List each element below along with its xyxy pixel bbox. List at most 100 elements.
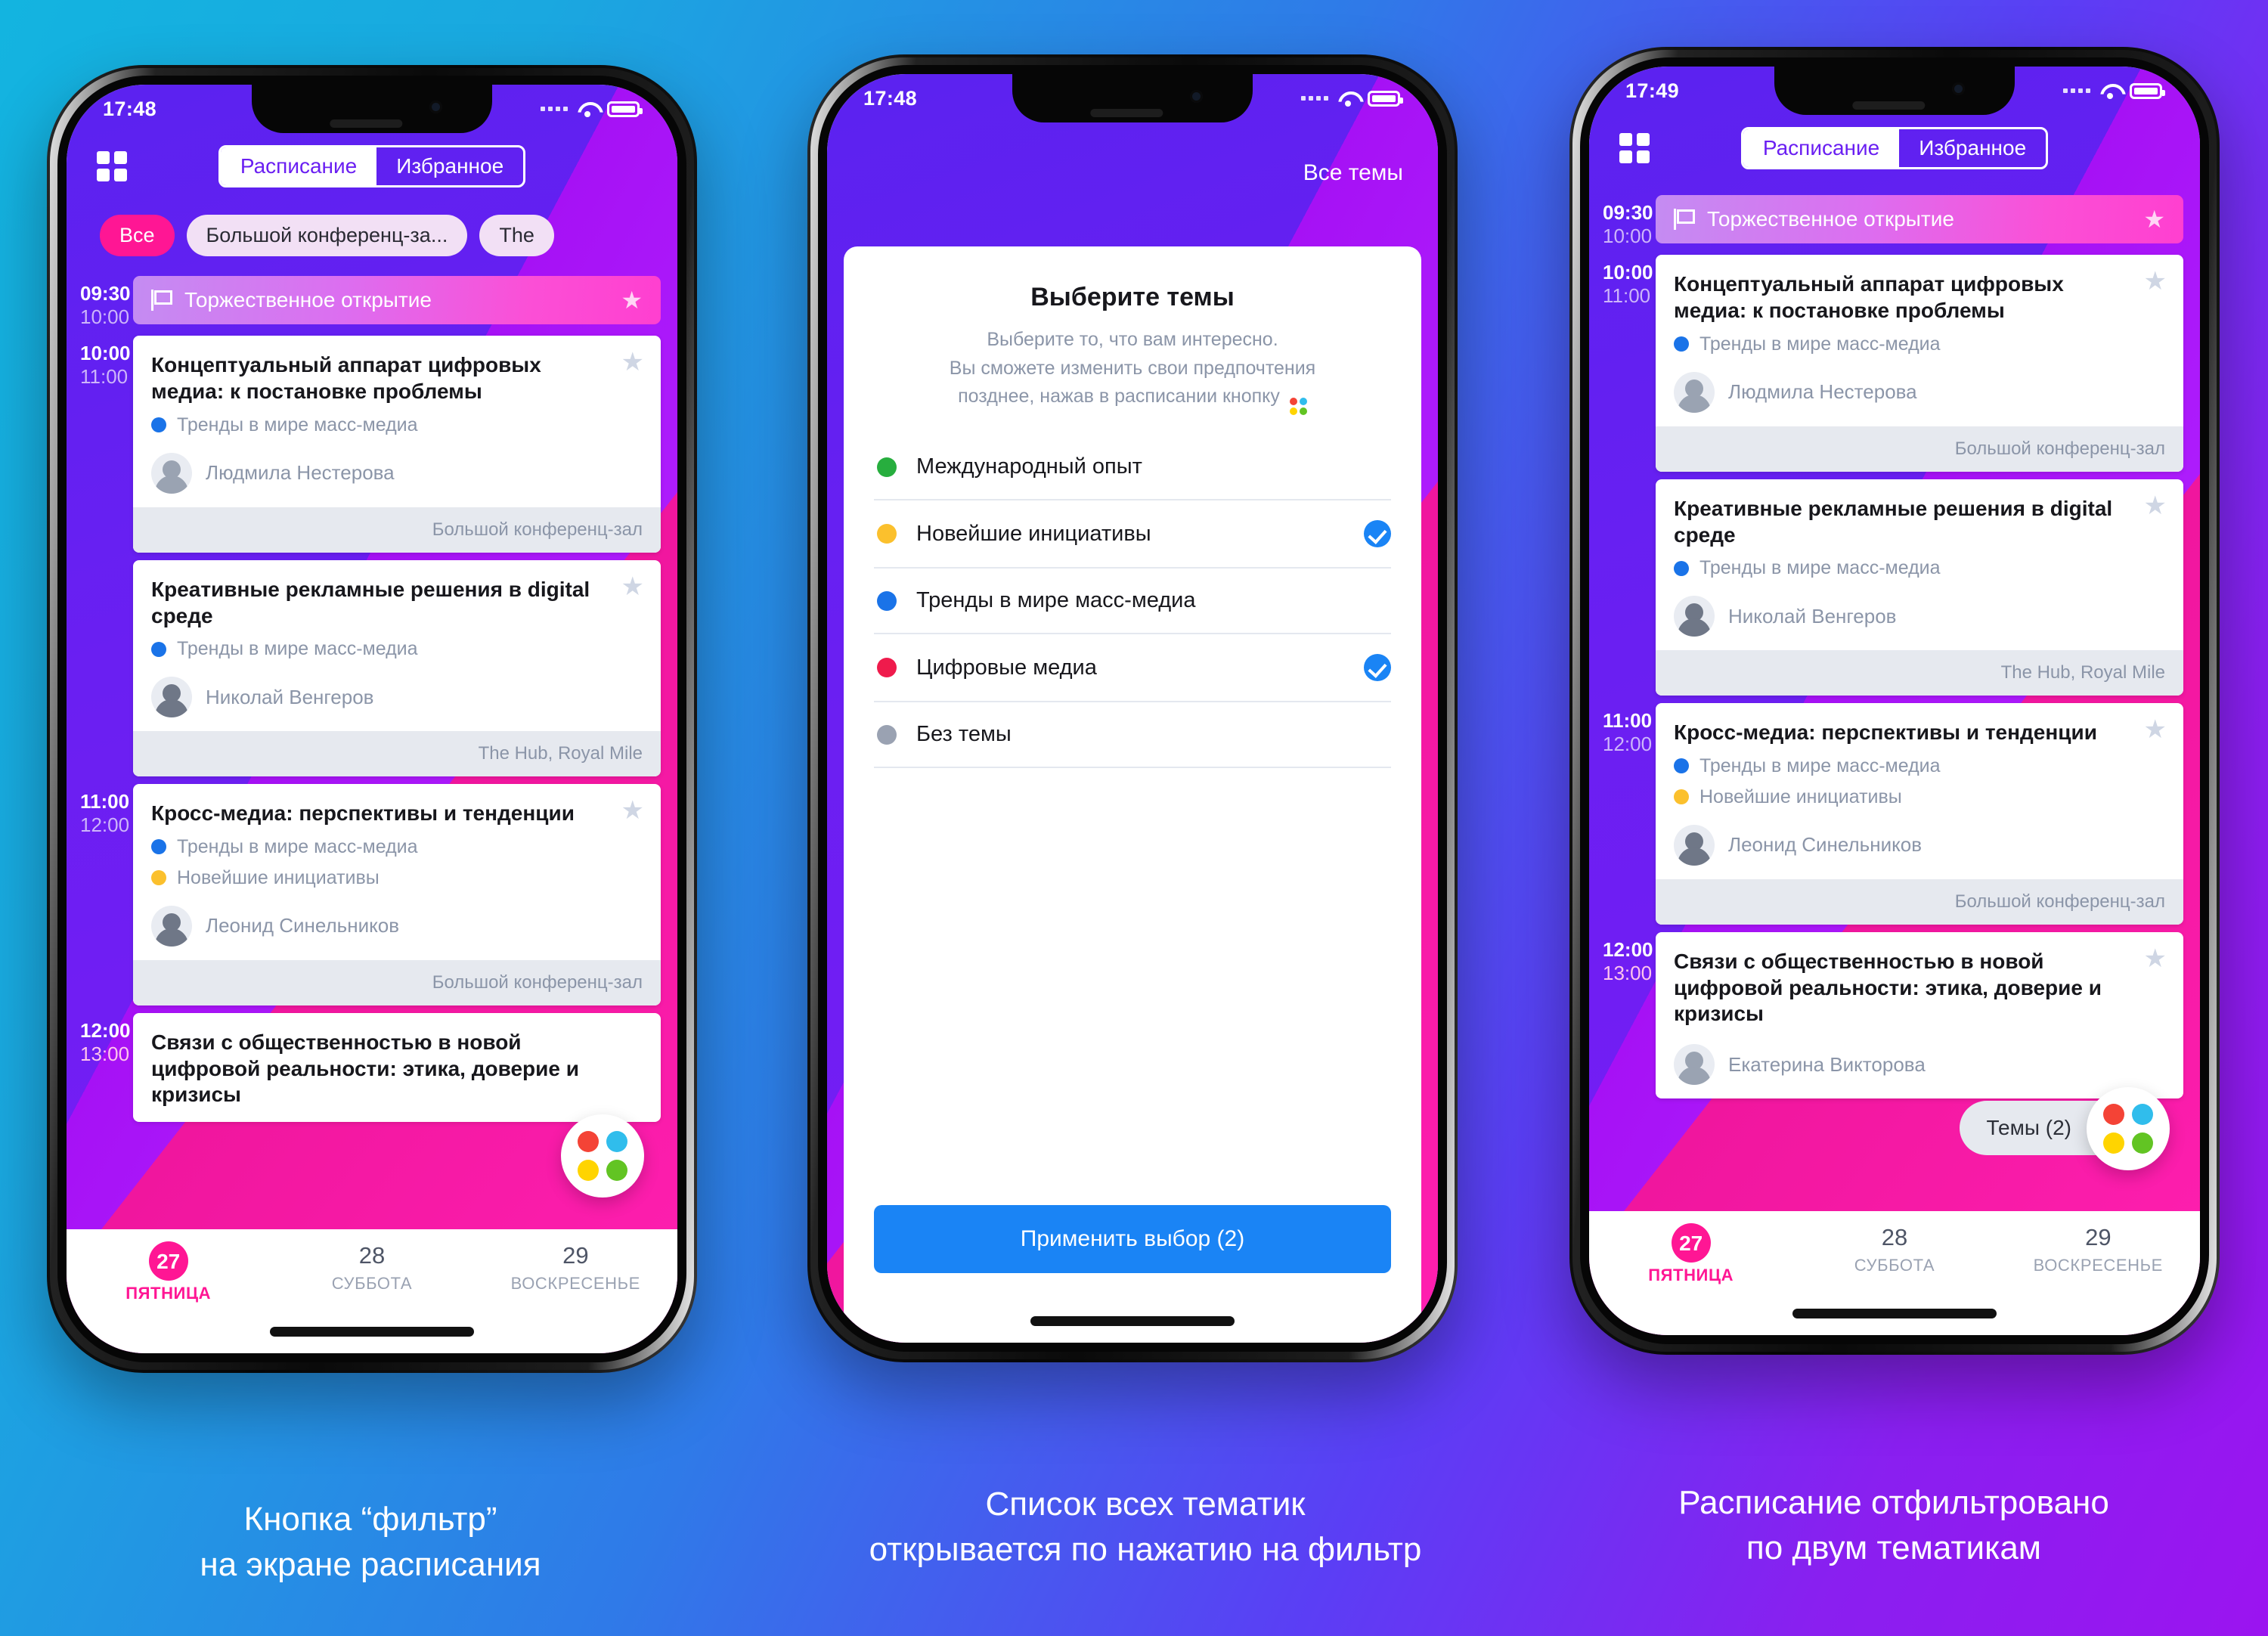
avatar [1674, 371, 1715, 413]
notch [1012, 74, 1253, 122]
grid-icon[interactable] [1619, 133, 1650, 163]
day-name: ВОСКРЕСЕНЬЕ [510, 1273, 640, 1293]
slot-end-time: 13:00 [1603, 961, 1653, 984]
session-title: Связи с общественностью в новой цифровой… [151, 1030, 579, 1107]
topic-label: Тренды в мире масс-медиа [1699, 557, 1941, 579]
topic-label: Цифровые медиа [916, 655, 1097, 680]
caption-3-line-1: Расписание отфильтровано [1678, 1484, 2109, 1521]
star-icon[interactable]: ★ [2143, 207, 2165, 231]
schedule-slot[interactable]: 11:00 12:00 ★ Кросс-медиа: перспективы и… [67, 784, 677, 1005]
schedule-slot[interactable]: ★ Креативные рекламные решения в digital… [67, 559, 677, 777]
topic-option-trends[interactable]: Тренды в мире масс-медиа [874, 569, 1391, 634]
topic-label: Тренды в мире масс-медиа [177, 414, 418, 435]
tab-favorites[interactable]: Избранное [376, 147, 523, 185]
chip-all[interactable]: Все [100, 215, 175, 256]
star-icon[interactable]: ★ [2144, 946, 2167, 971]
flag-icon [1674, 209, 1695, 230]
speaker-name: Николай Венгеров [1728, 604, 1897, 627]
chip-venue-2[interactable]: The [479, 215, 554, 256]
day-tab-27[interactable]: 27 ПЯТНИЦА [1589, 1223, 1792, 1285]
check-icon[interactable] [1364, 654, 1391, 681]
topic-option-international[interactable]: Международный опыт [874, 435, 1391, 500]
schedule-slot[interactable]: 11:00 12:00 ★ Кросс-медиа: перспективы и… [1589, 703, 2200, 925]
grid-icon[interactable] [97, 151, 127, 181]
tab-schedule[interactable]: Расписание [220, 147, 377, 185]
topic-option-list[interactable]: Международный опыт Новейшие инициативы Т… [844, 415, 1421, 768]
earpiece-speaker [1852, 101, 1926, 110]
schedule-slot[interactable]: 12:00 13:00 Связи с общественностью в но… [67, 1012, 677, 1123]
schedule-slot[interactable]: 10:00 11:00 ★ Концептуальный аппарат циф… [67, 336, 677, 553]
speaker-name: Леонид Синельников [1728, 833, 1923, 857]
topic-option-digital[interactable]: Цифровые медиа [874, 634, 1391, 702]
star-icon[interactable]: ★ [621, 349, 644, 375]
day-tab-29[interactable]: 29 ВОСКРЕСЕНЬЕ [1997, 1223, 2200, 1285]
avatar [1674, 824, 1715, 866]
slot-end-time: 11:00 [1603, 284, 1651, 308]
star-icon[interactable]: ★ [621, 574, 644, 600]
session-speaker: Николай Венгеров [151, 677, 643, 718]
tab-schedule[interactable]: Расписание [1743, 129, 1900, 167]
avatar [1674, 596, 1715, 637]
session-card[interactable]: Связи с общественностью в новой цифровой… [133, 1012, 661, 1123]
day-number: 29 [2085, 1224, 2112, 1250]
topics-filter-fab[interactable] [2087, 1087, 2170, 1170]
day-tab-29[interactable]: 29 ВОСКРЕСЕНЬЕ [474, 1241, 677, 1303]
schedule-slot[interactable]: ★ Креативные рекламные решения в digital… [1589, 479, 2200, 696]
home-indicator[interactable] [270, 1327, 474, 1337]
opening-ceremony-card[interactable]: Торжественное открытие ★ [1656, 195, 2183, 243]
schedule-slot-opening[interactable]: 09:30 10:00 Торжественное открытие ★ [67, 276, 677, 328]
status-indicators [2063, 82, 2165, 99]
slot-time: 12:00 13:00 [1589, 932, 1656, 984]
home-indicator[interactable] [1792, 1309, 1997, 1318]
topic-dot [151, 417, 166, 433]
schedule-slot-opening[interactable]: 09:30 10:00 Торжественное открытие ★ [1589, 195, 2200, 247]
avatar [1674, 1044, 1715, 1086]
schedule-list[interactable]: 09:30 10:00 Торжественное открытие ★ 10:… [1589, 169, 2200, 1211]
apply-selection-button[interactable]: Применить выбор (2) [874, 1205, 1391, 1273]
tab-favorites[interactable]: Избранное [1899, 129, 2046, 167]
opening-title: Торжественное открытие [184, 288, 432, 311]
star-icon[interactable]: ★ [621, 798, 644, 823]
avatar [151, 452, 192, 494]
view-segmented-control[interactable]: Расписание Избранное [218, 145, 526, 187]
topic-option-initiatives[interactable]: Новейшие инициативы [874, 500, 1391, 569]
schedule-slot[interactable]: 12:00 13:00 ★ Связи с общественностью в … [1589, 931, 2200, 1099]
schedule-slot[interactable]: 10:00 11:00 ★ Концептуальный аппарат циф… [1589, 255, 2200, 472]
phone-mockup-1: 17:48 Расписание Избранное Все Большой к… [47, 65, 697, 1373]
chip-venue-1[interactable]: Большой конференц-за... [186, 215, 468, 256]
schedule-list[interactable]: 09:30 10:00 Торжественное открытие ★ 10:… [67, 256, 677, 1229]
schedule-app-filtered: 17:49 Расписание Избранное 09:30 10:00 Т… [1589, 67, 2200, 1335]
session-speaker: Людмила Нестерова [151, 452, 643, 494]
session-venue: Большой конференц-зал [133, 507, 661, 553]
view-segmented-control[interactable]: Расписание Избранное [1740, 127, 2049, 169]
star-icon[interactable]: ★ [2144, 493, 2167, 519]
session-card[interactable]: ★ Кросс-медиа: перспективы и тенденции Т… [133, 784, 661, 1005]
session-card[interactable]: ★ Кросс-медиа: перспективы и тенденции Т… [1656, 703, 2183, 925]
day-tab-28[interactable]: 28 СУББОТА [270, 1241, 473, 1303]
session-card[interactable]: ★ Креативные рекламные решения в digital… [133, 559, 661, 777]
check-icon[interactable] [1364, 520, 1391, 547]
front-camera [1190, 90, 1203, 103]
filter-chip-row[interactable]: Все Большой конференц-за... The [67, 187, 677, 256]
speaker-name: Екатерина Викторова [1728, 1052, 1926, 1076]
caption-2-line-2: открывается по нажатию на фильтр [869, 1530, 1422, 1568]
topic-option-none[interactable]: Без темы [874, 702, 1391, 768]
opening-ceremony-card[interactable]: Торжественное открытие ★ [133, 276, 661, 324]
session-topic: Тренды в мире масс-медиа [1674, 557, 2165, 579]
session-card[interactable]: ★ Креативные рекламные решения в digital… [1656, 479, 2183, 696]
session-card[interactable]: ★ Концептуальный аппарат цифровых медиа:… [1656, 255, 2183, 472]
topic-dot [877, 724, 897, 745]
home-indicator[interactable] [1030, 1316, 1235, 1326]
day-tab-27[interactable]: 27 ПЯТНИЦА [67, 1241, 270, 1303]
session-card[interactable]: ★ Концептуальный аппарат цифровых медиа:… [133, 336, 661, 553]
day-tab-28[interactable]: 28 СУББОТА [1792, 1223, 1996, 1285]
slot-end-time: 10:00 [80, 305, 130, 328]
sheet-subtitle-line1: Выберите то, что вам интересно. [987, 329, 1278, 350]
star-icon[interactable]: ★ [2144, 717, 2167, 742]
topic-dot [151, 870, 166, 886]
star-icon[interactable]: ★ [2144, 268, 2167, 294]
star-icon[interactable]: ★ [621, 288, 643, 312]
session-card[interactable]: ★ Связи с общественностью в новой цифров… [1656, 931, 2183, 1099]
slot-start-time: 09:30 [1603, 201, 1653, 224]
topics-filter-fab[interactable] [561, 1114, 644, 1198]
